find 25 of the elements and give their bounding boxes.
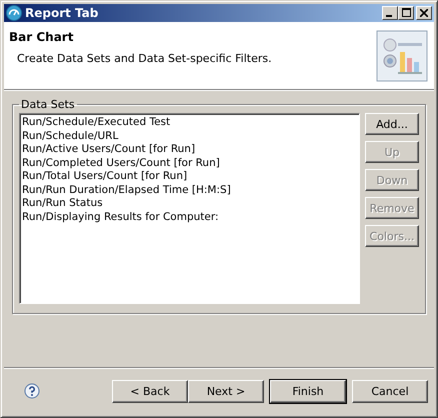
- page-description: Create Data Sets and Data Set-specific Filters.: [16, 52, 272, 65]
- minimize-button[interactable]: [382, 6, 398, 20]
- group-label: Data Sets: [20, 98, 76, 111]
- list-item[interactable]: Run/Run Duration/Elapsed Time [H:M:S]: [22, 184, 357, 197]
- close-button[interactable]: [416, 6, 432, 20]
- maximize-button[interactable]: [398, 6, 414, 20]
- maximize-icon: [402, 8, 410, 17]
- wizard-button[interactable]: Finish: [270, 380, 346, 402]
- data-sets-list[interactable]: [19, 113, 360, 304]
- wizard-button[interactable]: Cancel: [352, 380, 428, 402]
- list-item[interactable]: Run/Displaying Results for Computer:: [22, 210, 357, 224]
- side-button[interactable]: Add...: [365, 113, 419, 135]
- list-item[interactable]: Run/Completed Users/Count [for Run]: [22, 156, 357, 170]
- list-item[interactable]: Run/Total Users/Count [for Run]: [22, 170, 357, 184]
- list-item[interactable]: Run/Active Users/Count [for Run]: [22, 143, 357, 156]
- help-icon[interactable]: [24, 383, 40, 399]
- list-item[interactable]: Run/Schedule/URL: [22, 130, 357, 143]
- list-item[interactable]: Run/Run Status: [22, 197, 357, 210]
- wizard-button[interactable]: Next >: [188, 380, 264, 402]
- close-icon: [420, 9, 428, 17]
- page-title: Bar Chart: [9, 30, 74, 44]
- chart-drawing: [376, 30, 428, 82]
- window-title: Report Tab: [25, 6, 100, 20]
- wizard-button[interactable]: < Back: [112, 380, 188, 402]
- list-item[interactable]: Run/Schedule/Executed Test: [22, 116, 357, 130]
